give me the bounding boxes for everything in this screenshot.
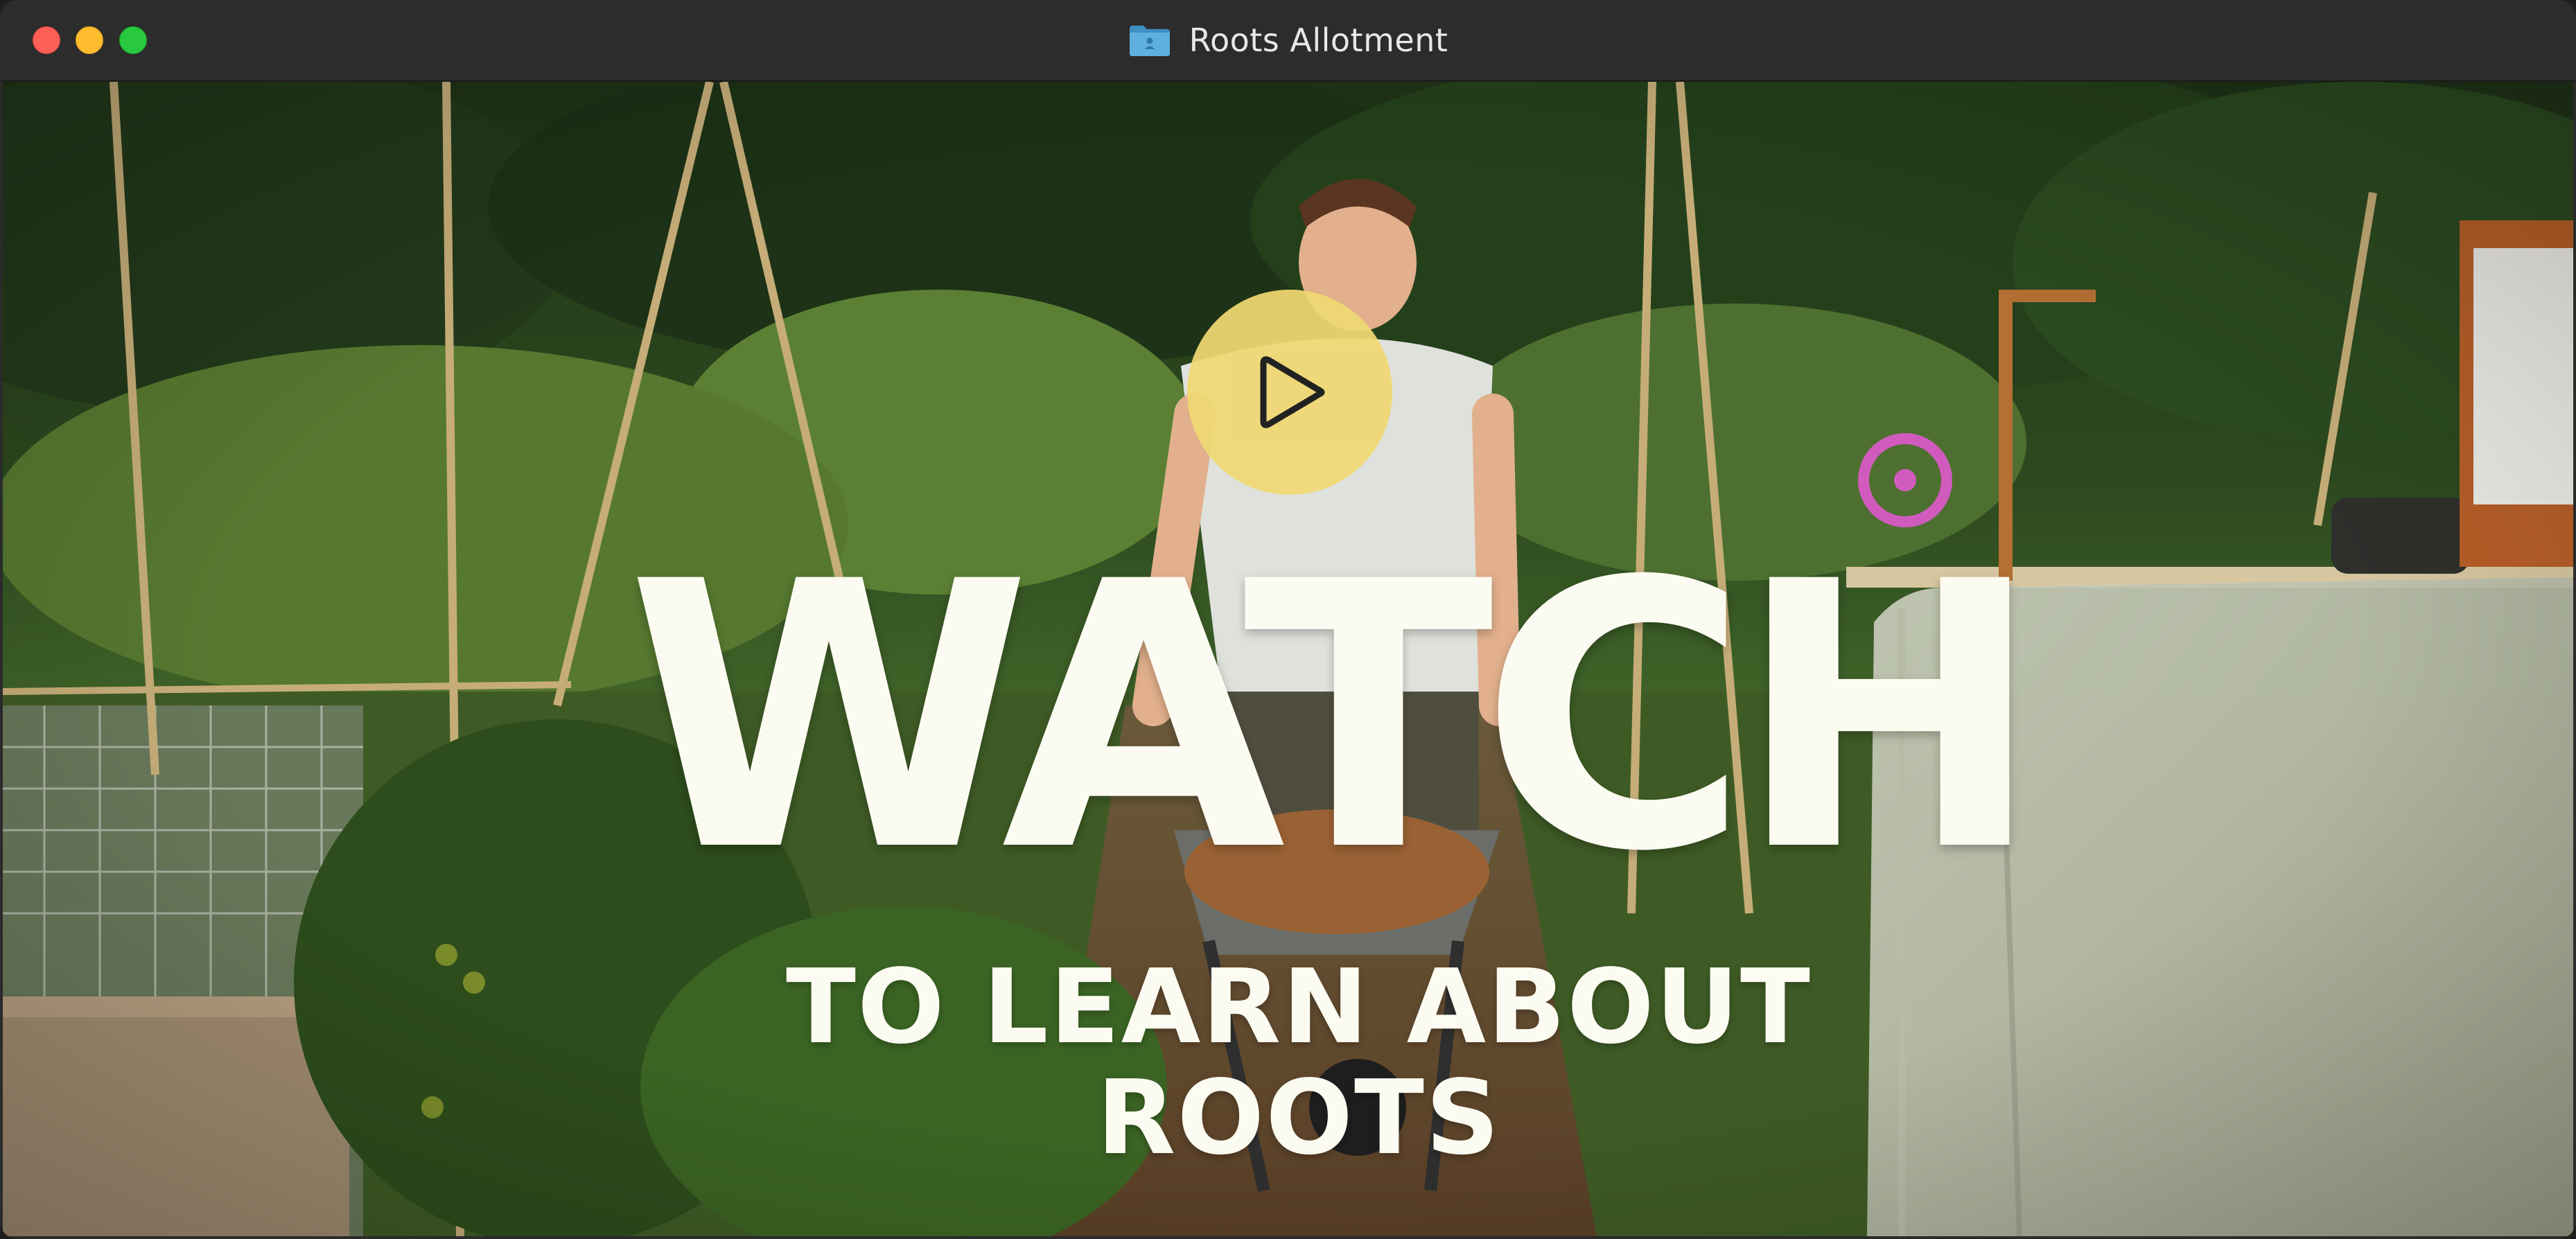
app-window: Roots Allotment WATCH TO LEARN ABOUT ROO… [0,0,2576,1239]
video-player[interactable]: WATCH TO LEARN ABOUT ROOTS [3,82,2573,1236]
folder-icon [1129,26,1170,56]
video-subheadline: TO LEARN ABOUT ROOTS [786,947,1812,1177]
window-title-group: Roots Allotment [0,0,2576,80]
play-button[interactable] [1187,290,1392,495]
window-title: Roots Allotment [1189,21,1448,59]
play-icon [1260,356,1325,428]
video-headline: WATCH [627,504,2043,931]
title-bar[interactable]: Roots Allotment [0,0,2576,82]
